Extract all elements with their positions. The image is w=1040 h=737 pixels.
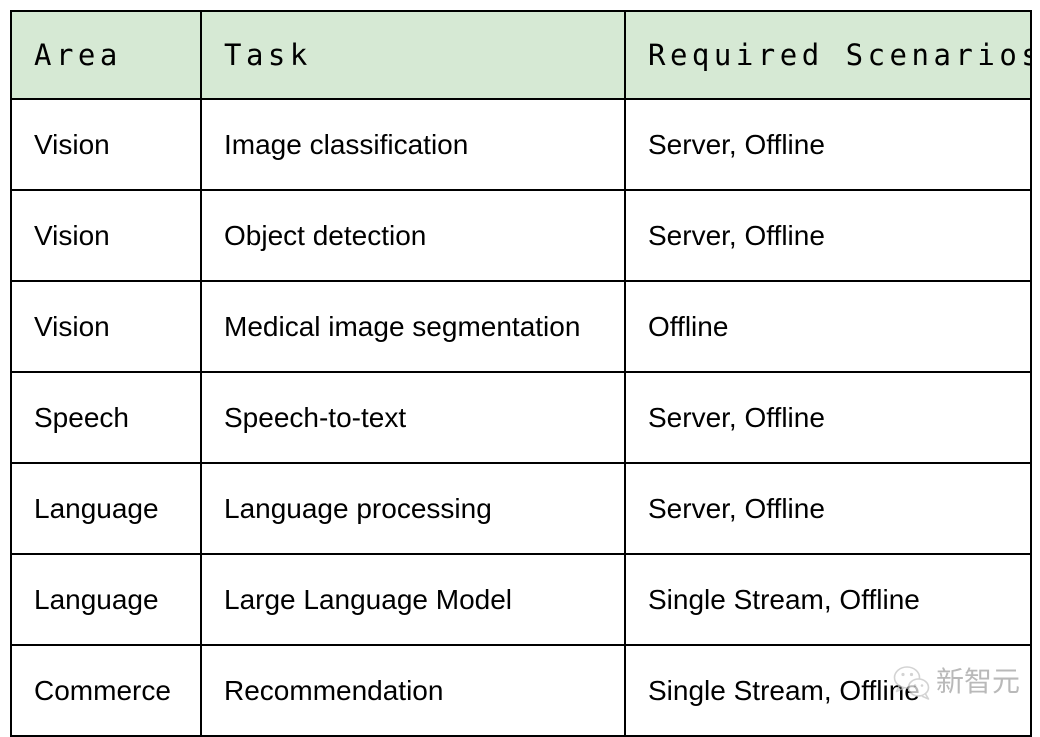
cell-scenarios: Offline: [624, 280, 1032, 373]
table-row: Vision Object detection Server, Offline: [10, 189, 1032, 282]
table-row: Speech Speech-to-text Server, Offline: [10, 371, 1032, 464]
cell-task: Object detection: [200, 189, 626, 282]
benchmark-tasks-table: Area Task Required Scenarios Vision Imag…: [10, 10, 1032, 737]
cell-task: Speech-to-text: [200, 371, 626, 464]
table-body: Vision Image classification Server, Offl…: [10, 98, 1032, 737]
cell-scenarios: Server, Offline: [624, 98, 1032, 191]
cell-scenarios: Server, Offline: [624, 189, 1032, 282]
column-header-area: Area: [10, 10, 202, 100]
column-header-scenarios: Required Scenarios: [624, 10, 1032, 100]
table-container: Area Task Required Scenarios Vision Imag…: [10, 10, 1032, 737]
cell-area: Vision: [10, 98, 202, 191]
cell-task: Recommendation: [200, 644, 626, 737]
cell-area: Language: [10, 553, 202, 646]
table-header: Area Task Required Scenarios: [10, 10, 1032, 100]
cell-scenarios: Single Stream, Offline: [624, 553, 1032, 646]
cell-task: Large Language Model: [200, 553, 626, 646]
cell-area: Language: [10, 462, 202, 555]
cell-area: Vision: [10, 189, 202, 282]
cell-task: Medical image segmentation: [200, 280, 626, 373]
column-header-task: Task: [200, 10, 626, 100]
table-row: Language Language processing Server, Off…: [10, 462, 1032, 555]
table-header-row: Area Task Required Scenarios: [10, 10, 1032, 100]
cell-task: Language processing: [200, 462, 626, 555]
cell-area: Commerce: [10, 644, 202, 737]
cell-scenarios: Single Stream, Offline: [624, 644, 1032, 737]
table-row: Vision Image classification Server, Offl…: [10, 98, 1032, 191]
cell-scenarios: Server, Offline: [624, 462, 1032, 555]
cell-area: Vision: [10, 280, 202, 373]
cell-scenarios: Server, Offline: [624, 371, 1032, 464]
cell-task: Image classification: [200, 98, 626, 191]
table-row: Vision Medical image segmentation Offlin…: [10, 280, 1032, 373]
table-row: Commerce Recommendation Single Stream, O…: [10, 644, 1032, 737]
cell-area: Speech: [10, 371, 202, 464]
table-row: Language Large Language Model Single Str…: [10, 553, 1032, 646]
